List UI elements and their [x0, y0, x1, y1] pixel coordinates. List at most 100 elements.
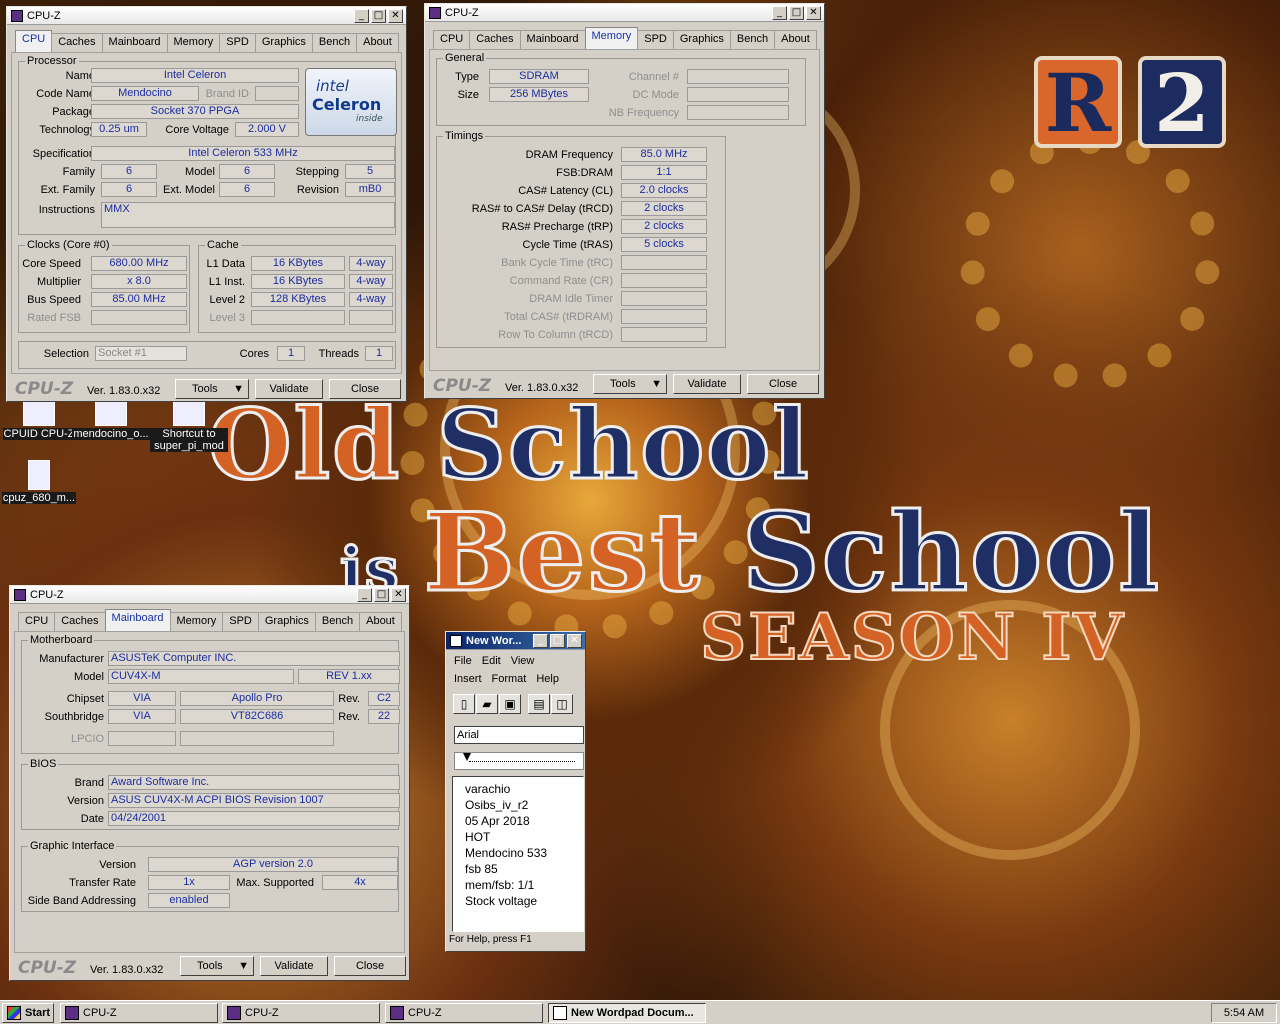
menu-help[interactable]: Help: [536, 673, 559, 685]
agp-version-value: AGP version 2.0: [148, 857, 398, 872]
taskbar-item-cpuz-1[interactable]: CPU-Z: [60, 1003, 218, 1023]
validate-button[interactable]: Validate: [255, 379, 323, 399]
bios-date-value: 04/24/2001: [108, 811, 400, 826]
font-select[interactable]: Arial: [454, 726, 584, 744]
label: Brand: [74, 777, 104, 789]
tab-mainboard[interactable]: Mainboard: [519, 30, 586, 49]
label: Level 3: [209, 312, 245, 324]
icon-label: cpuz_680_m...: [1, 492, 77, 504]
tools-button[interactable]: Tools ▼: [175, 379, 249, 399]
taskbar-label: CPU-Z: [83, 1007, 117, 1019]
cpuz-window-cpu[interactable]: CPU-Z _ □ ✕ CPU Caches Mainboard Memory SPD Gra…: [6, 6, 407, 402]
title-bar[interactable]: New Wor... _ □ ✕: [446, 632, 585, 650]
rowcol-value: [621, 327, 707, 342]
minimize-button[interactable]: _: [772, 5, 787, 20]
tools-button[interactable]: Tools ▼: [180, 956, 254, 976]
maximize-button[interactable]: □: [550, 633, 565, 648]
tab-graphics[interactable]: Graphics: [257, 612, 316, 631]
tab-cpu[interactable]: CPU: [433, 30, 471, 49]
label: Rev.: [338, 693, 360, 705]
close-button[interactable]: Close: [747, 374, 819, 394]
close-window-button[interactable]: ✕: [806, 5, 821, 20]
validate-button[interactable]: Validate: [673, 374, 741, 394]
tab-about[interactable]: About: [359, 612, 402, 631]
menu-file[interactable]: File: [454, 655, 472, 667]
tab-bench[interactable]: Bench: [314, 612, 361, 631]
tab-mainboard[interactable]: Mainboard: [104, 609, 171, 631]
desktop-icon-superpi[interactable]: Shortcut to super_pi_mod: [150, 398, 228, 452]
label: Instructions: [38, 204, 95, 216]
close-window-button[interactable]: ✕: [567, 633, 582, 648]
menu-view[interactable]: View: [511, 655, 535, 667]
tab-cpu[interactable]: CPU: [15, 30, 53, 52]
menu-edit[interactable]: Edit: [482, 655, 501, 667]
title-word: Old: [207, 387, 437, 503]
minimize-button[interactable]: _: [533, 633, 548, 648]
maximize-button[interactable]: □: [374, 587, 389, 602]
document-line: Mendocino 533: [465, 846, 548, 860]
tab-spd[interactable]: SPD: [637, 30, 674, 49]
cpuz-window-memory[interactable]: CPU-Z _ □ ✕ CPU Caches Mainboard Memory SPD Gra…: [424, 3, 825, 399]
socket-select[interactable]: Socket #1: [95, 346, 187, 361]
tools-button[interactable]: Tools ▼: [593, 374, 667, 394]
label: Manufacturer: [39, 653, 104, 665]
tab-caches[interactable]: Caches: [51, 33, 103, 52]
brandid-value: [255, 86, 299, 101]
tab-spd[interactable]: SPD: [222, 612, 259, 631]
tab-memory[interactable]: Memory: [166, 33, 221, 52]
desktop-icon-cpuz-file[interactable]: cpuz_680_m...: [0, 460, 78, 504]
maximize-button[interactable]: □: [371, 8, 386, 23]
print-preview-icon[interactable]: ◫: [551, 694, 573, 714]
minimize-button[interactable]: _: [354, 8, 369, 23]
desktop-icon-mendocino[interactable]: mendocino_o...: [72, 398, 150, 440]
title-word: Best: [422, 489, 742, 618]
title-bar[interactable]: CPU-Z _ □ ✕: [425, 4, 824, 22]
desktop-icon-cpuz[interactable]: CPUID CPU-Z: [0, 398, 78, 440]
minimize-button[interactable]: _: [357, 587, 372, 602]
ruler[interactable]: [454, 752, 584, 770]
tab-about[interactable]: About: [356, 33, 399, 52]
cpuz-window-mainboard[interactable]: CPU-Z _ □ ✕ CPU Caches Mainboard Memory SPD Gra…: [9, 585, 410, 981]
title-bar[interactable]: CPU-Z _ □ ✕: [10, 586, 409, 604]
menu-insert[interactable]: Insert: [454, 673, 482, 685]
tab-graphics[interactable]: Graphics: [672, 30, 731, 49]
tab-mainboard[interactable]: Mainboard: [101, 33, 168, 52]
menu-format[interactable]: Format: [492, 673, 527, 685]
taskbar-item-cpuz-3[interactable]: CPU-Z: [385, 1003, 543, 1023]
document-text-area[interactable]: varachio Osibs_iv_r2 05 Apr 2018 HOT Men…: [452, 776, 584, 932]
tab-caches[interactable]: Caches: [54, 612, 106, 631]
new-document-icon[interactable]: ▯: [453, 694, 475, 714]
close-window-button[interactable]: ✕: [388, 8, 403, 23]
taskbar-item-cpuz-2[interactable]: CPU-Z: [222, 1003, 380, 1023]
tab-memory[interactable]: Memory: [169, 612, 224, 631]
validate-button[interactable]: Validate: [260, 956, 328, 976]
save-disk-icon[interactable]: ▣: [499, 694, 521, 714]
maximize-button[interactable]: □: [789, 5, 804, 20]
tab-bench[interactable]: Bench: [729, 30, 776, 49]
tab-memory[interactable]: Memory: [584, 27, 639, 49]
system-tray-clock[interactable]: 5:54 AM: [1211, 1003, 1277, 1023]
close-button[interactable]: Close: [334, 956, 406, 976]
label: Multiplier: [36, 276, 81, 288]
model-rev-value: REV 1.xx: [298, 669, 400, 684]
busspeed-value: 85.00 MHz: [91, 292, 187, 307]
close-button[interactable]: Close: [329, 379, 401, 399]
tab-bench[interactable]: Bench: [311, 33, 358, 52]
close-window-button[interactable]: ✕: [391, 587, 406, 602]
tab-about[interactable]: About: [774, 30, 817, 49]
tab-spd[interactable]: SPD: [219, 33, 256, 52]
wordpad-window[interactable]: New Wor... _ □ ✕ File Edit View Insert Format…: [445, 631, 586, 952]
tab-cpu[interactable]: CPU: [18, 612, 56, 631]
print-icon[interactable]: ▤: [528, 694, 550, 714]
document-line: 05 Apr 2018: [465, 814, 530, 828]
logo-text: inside: [356, 114, 383, 124]
open-folder-icon[interactable]: ▰: [476, 694, 498, 714]
label: NB Frequency: [608, 107, 679, 119]
tab-graphics[interactable]: Graphics: [254, 33, 313, 52]
taskbar-item-wordpad[interactable]: New Wordpad Docum...: [548, 1003, 706, 1023]
group-label: Clocks (Core #0): [25, 239, 112, 251]
title-bar[interactable]: CPU-Z _ □ ✕: [7, 7, 406, 25]
start-button[interactable]: Start: [2, 1003, 54, 1023]
tab-caches[interactable]: Caches: [469, 30, 521, 49]
label: Core Speed: [22, 258, 81, 270]
